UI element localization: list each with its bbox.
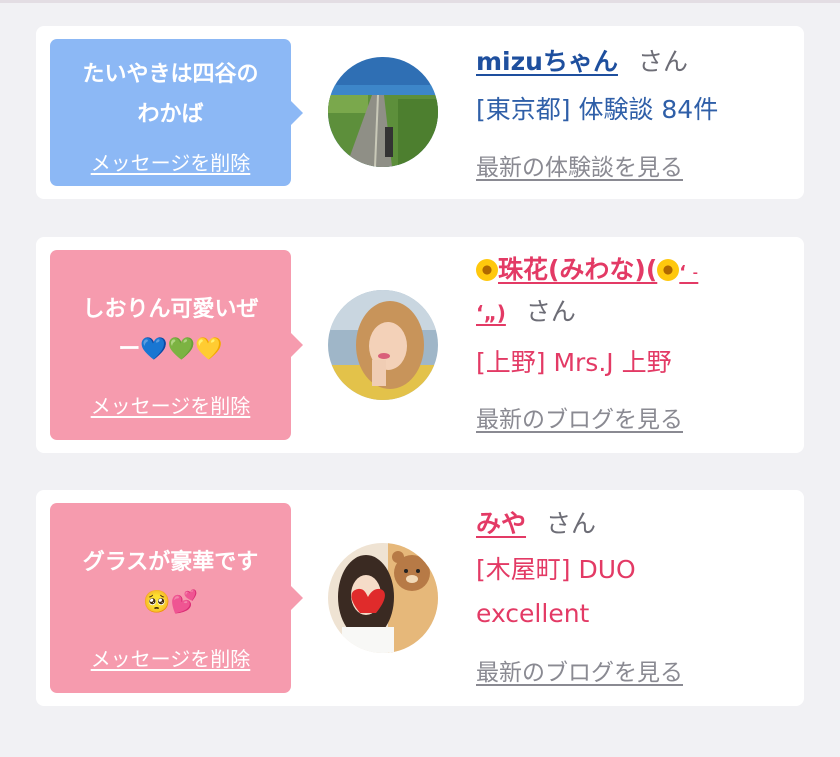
message-text-line: 🥺💕 [143,590,198,615]
road-landscape-image [328,57,438,167]
message-text-line: グラスが豪華です [82,550,259,575]
latest-blog-link[interactable]: 最新のブログを見る [476,400,683,434]
sender-name-line: みや さん [476,502,794,546]
message-bubble: たいやきは四谷の わかば メッセージを削除 [50,39,303,186]
message-card: しおりん可愛いぜ ー💙💚💛 メッセージを削除 珠花(みわな)( ‘ ˗ ‘„) さん… [36,237,804,453]
sender-name-link[interactable]: 珠花(みわな)( ‘ ˗ [476,255,698,284]
woman-bear-avatar[interactable] [328,543,438,653]
road-landscape-avatar[interactable] [328,57,438,167]
message-bubble: しおりん可愛いぜ ー💙💚💛 メッセージを削除 [50,250,303,440]
sender-detail: [東京都] 体験談 84件 [476,95,719,124]
message-text-line: ー💙💚💛 [118,337,223,362]
sender-name-text: 珠花(みわな)( [498,255,658,284]
sender-name-line: mizuちゃん さん [476,40,794,84]
sender-name-line: ‘„) さん [476,294,794,331]
latest-blog-link[interactable]: 最新のブログを見る [476,653,683,687]
honorific-label: さん [546,509,597,538]
sender-detail: excellent [476,599,590,628]
delete-message-link[interactable]: メッセージを削除 [50,390,291,419]
sender-detail: [木屋町] DUO [476,555,636,584]
bubble-tail [291,333,303,357]
message-text: しおりん可愛いぜ ー💙💚💛 [58,290,283,370]
message-text-line: たいやきは四谷の [82,62,259,87]
message-text-line: わかば [137,102,204,127]
honorific-label: さん [637,47,688,76]
message-text: グラスが豪華です 🥺💕 [58,543,283,623]
bubble-tail [291,100,303,125]
latest-experience-link[interactable]: 最新の体験談を見る [476,148,683,182]
honorific-label: さん [525,297,576,326]
woman-bear-image [328,543,438,653]
sender-info: mizuちゃん さん [東京都] 体験談 84件 [476,40,794,132]
sender-name-link[interactable]: ‘„) [476,301,506,325]
message-text-line: しおりん可愛いぜ [82,297,259,322]
bubble-tail [291,586,303,610]
message-bubble: グラスが豪華です 🥺💕 メッセージを削除 [50,503,303,693]
sender-name-link[interactable]: mizuちゃん [476,47,618,76]
sender-name-link[interactable]: みや [476,509,526,538]
sunflower-icon [476,259,498,281]
sender-info: 珠花(みわな)( ‘ ˗ ‘„) さん [上野] Mrs.J 上野 [476,249,794,385]
message-card: たいやきは四谷の わかば メッセージを削除 mizuちゃん さん [東京都] 体験… [36,26,804,199]
sender-name-line: 珠花(みわな)( ‘ ˗ [476,249,794,294]
sender-detail: [上野] Mrs.J 上野 [476,348,672,377]
woman-portrait-avatar[interactable] [328,290,438,400]
sunflower-icon [657,259,680,281]
sender-name-text: ‘ ˗ [679,262,699,283]
woman-portrait-image [328,290,438,400]
delete-message-link[interactable]: メッセージを削除 [50,147,291,176]
message-text: たいやきは四谷の わかば [58,55,283,135]
delete-message-link[interactable]: メッセージを削除 [50,643,291,672]
top-divider [0,0,840,3]
message-card: グラスが豪華です 🥺💕 メッセージを削除 みや さん [木屋町] DUO exce… [36,490,804,706]
sender-info: みや さん [木屋町] DUO excellent [476,502,794,636]
